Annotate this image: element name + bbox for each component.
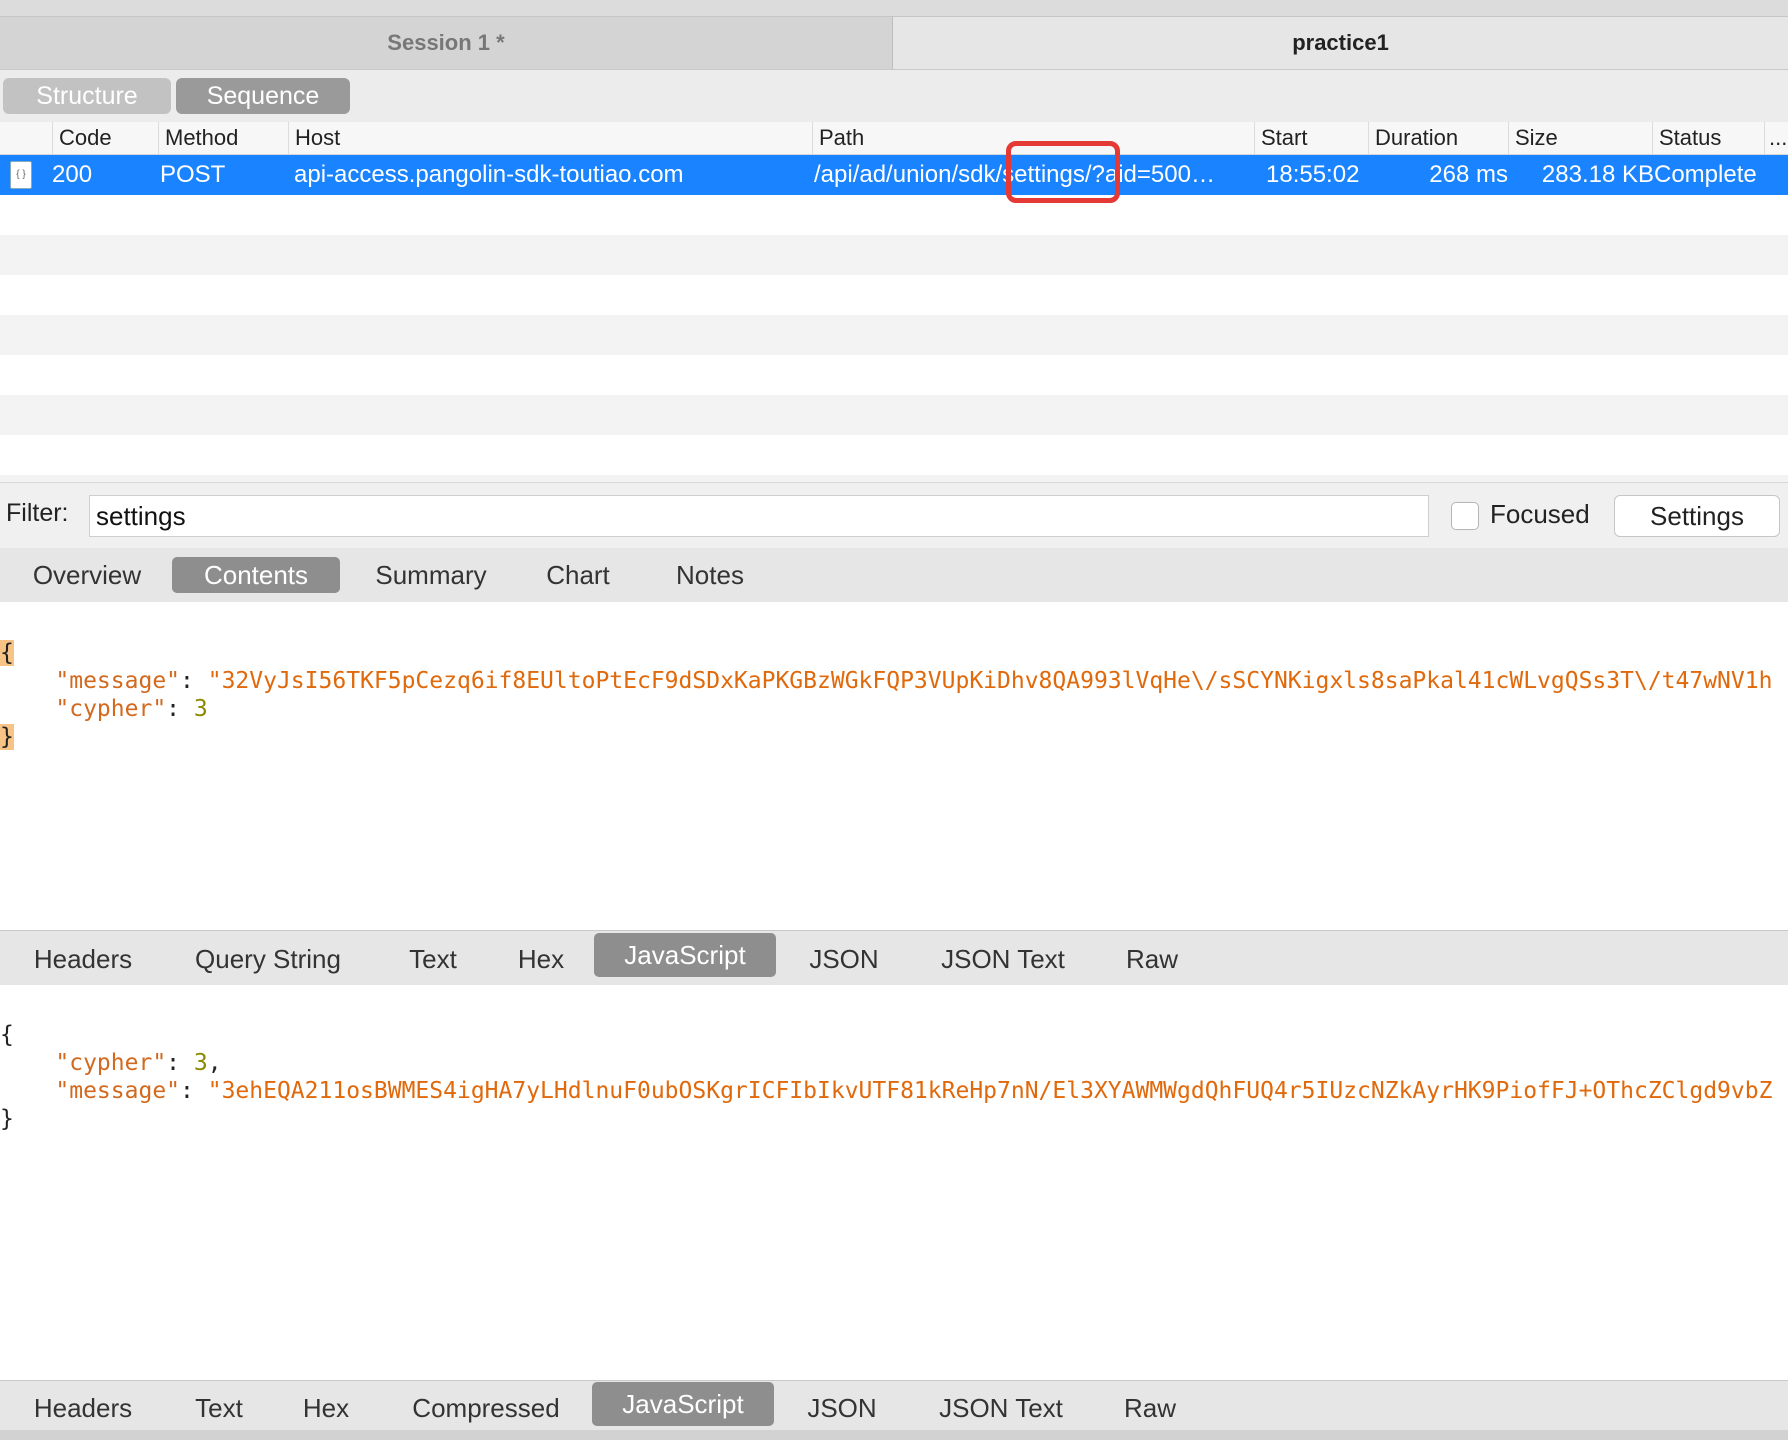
- request-tab-bar: Headers Query String Text Hex JavaScript…: [0, 930, 1788, 985]
- highlight-annotation-box: [1006, 141, 1120, 203]
- focused-label: Focused: [1490, 499, 1590, 529]
- empty-row: [0, 435, 1788, 475]
- view-toggle-bar: Structure Sequence: [0, 70, 1788, 122]
- json-key-message: "message": [55, 1078, 181, 1104]
- sequence-button[interactable]: Sequence: [176, 78, 350, 114]
- json-file-icon: { }: [10, 161, 32, 189]
- request-tab-query-string[interactable]: Query String: [180, 941, 356, 977]
- request-tab-json[interactable]: JSON: [796, 941, 892, 977]
- filter-input[interactable]: [89, 495, 1429, 537]
- cell-method: POST: [160, 161, 226, 188]
- response-tab-json-text[interactable]: JSON Text: [924, 1390, 1078, 1426]
- json-value-message: "3ehEQA211osBWMES4igHA7yLHdlnuF0ubOSKgrI…: [207, 1078, 1773, 1104]
- response-tab-javascript[interactable]: JavaScript: [592, 1382, 774, 1426]
- request-tab-headers[interactable]: Headers: [20, 941, 146, 977]
- filter-bar: Filter: Focused Settings: [0, 482, 1788, 550]
- column-header-status[interactable]: Status: [1652, 122, 1764, 154]
- cell-host: api-access.pangolin-sdk-toutiao.com: [294, 161, 684, 188]
- tab-chart[interactable]: Chart: [528, 557, 628, 593]
- table-header: Code Method Host Path Start Duration Siz…: [0, 122, 1788, 155]
- filter-label: Filter:: [6, 499, 69, 527]
- tab-overview[interactable]: Overview: [20, 557, 154, 593]
- focused-checkbox[interactable]: [1451, 502, 1479, 530]
- response-body-pane[interactable]: { "cypher": 3, "message": "3ehEQA211osBW…: [0, 993, 1788, 1379]
- column-header-more[interactable]: ...: [1764, 122, 1788, 154]
- request-tab-text[interactable]: Text: [390, 941, 476, 977]
- settings-button[interactable]: Settings: [1614, 495, 1780, 537]
- column-header-size[interactable]: Size: [1508, 122, 1652, 154]
- open-brace: {: [0, 640, 14, 666]
- response-tab-headers[interactable]: Headers: [20, 1390, 146, 1426]
- bottom-scroll-strip: [0, 1430, 1788, 1440]
- response-tab-text[interactable]: Text: [180, 1390, 258, 1426]
- tab-session-1[interactable]: Session 1 *: [0, 17, 893, 69]
- close-brace: }: [0, 1106, 14, 1132]
- column-header-start[interactable]: Start: [1254, 122, 1368, 154]
- session-tab-bar: Session 1 * practice1: [0, 17, 1788, 70]
- json-value-message: "32VyJsI56TKF5pCezq6if8EUltoPtEcF9dSDxKa…: [207, 668, 1773, 694]
- response-tab-raw[interactable]: Raw: [1112, 1390, 1188, 1426]
- json-key-cypher: "cypher": [55, 696, 167, 722]
- column-header-duration[interactable]: Duration: [1368, 122, 1508, 154]
- empty-row: [0, 195, 1788, 235]
- empty-row: [0, 275, 1788, 315]
- empty-row: [0, 475, 1788, 482]
- json-key-cypher: "cypher": [55, 1050, 167, 1076]
- response-tab-bar: Headers Text Hex Compressed JavaScript J…: [0, 1380, 1788, 1431]
- structure-button[interactable]: Structure: [3, 78, 171, 114]
- tab-practice1[interactable]: practice1: [893, 17, 1788, 69]
- window-top-strip: [0, 0, 1788, 17]
- request-tab-hex[interactable]: Hex: [504, 941, 578, 977]
- detail-tab-bar: Overview Contents Summary Chart Notes: [0, 548, 1788, 602]
- empty-row: [0, 355, 1788, 395]
- response-tab-json[interactable]: JSON: [794, 1390, 890, 1426]
- request-tab-raw[interactable]: Raw: [1114, 941, 1190, 977]
- response-tab-compressed[interactable]: Compressed: [396, 1390, 576, 1426]
- open-brace: {: [0, 1022, 14, 1048]
- cell-code: 200: [52, 161, 93, 188]
- path-prefix: /api/ad/union/sdk: [814, 161, 996, 188]
- empty-row: [0, 315, 1788, 355]
- tab-notes[interactable]: Notes: [660, 557, 760, 593]
- empty-row: [0, 395, 1788, 435]
- table-row[interactable]: { } 200 POST api-access.pangolin-sdk-tou…: [0, 155, 1788, 195]
- cell-duration: 268 ms: [1429, 161, 1508, 188]
- cell-start: 18:55:02: [1266, 161, 1360, 188]
- column-header-host[interactable]: Host: [288, 122, 812, 154]
- cell-size: 283.18 KB: [1541, 161, 1654, 188]
- json-value-cypher: 3: [193, 696, 208, 722]
- json-key-message: "message": [55, 668, 181, 694]
- cell-status: Complete: [1654, 161, 1757, 188]
- json-value-cypher: 3: [193, 1050, 208, 1076]
- request-tab-javascript[interactable]: JavaScript: [594, 933, 776, 977]
- request-body-pane[interactable]: { "message": "32VyJsI56TKF5pCezq6if8EUlt…: [0, 611, 1788, 929]
- empty-row: [0, 235, 1788, 275]
- tab-contents[interactable]: Contents: [172, 557, 340, 593]
- close-brace: }: [0, 724, 14, 750]
- column-header-method[interactable]: Method: [158, 122, 288, 154]
- tab-summary[interactable]: Summary: [362, 557, 500, 593]
- column-header-code[interactable]: Code: [52, 122, 157, 154]
- response-tab-hex[interactable]: Hex: [290, 1390, 362, 1426]
- request-tab-json-text[interactable]: JSON Text: [926, 941, 1080, 977]
